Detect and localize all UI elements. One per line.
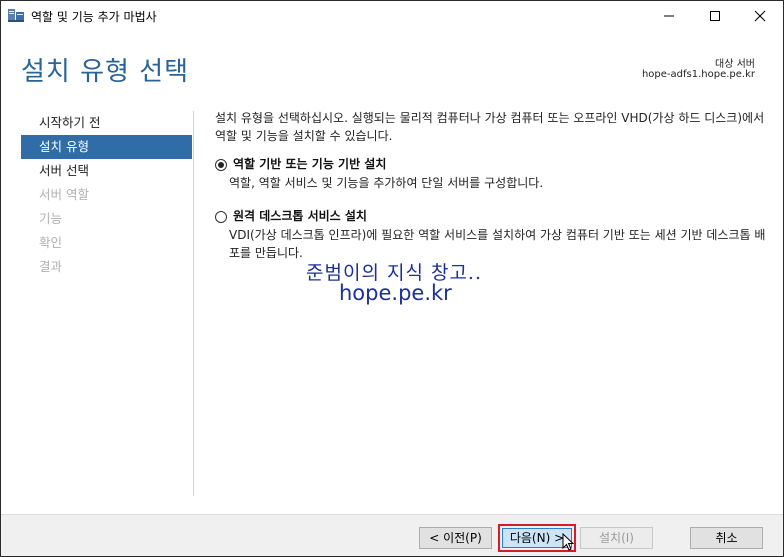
footer-bar: < 이전(P) 다음(N) > 설치(I) 취소	[1, 514, 783, 556]
step-server-selection[interactable]: 서버 선택	[21, 159, 192, 183]
step-confirmation: 확인	[39, 235, 63, 250]
step-results: 결과	[39, 259, 63, 274]
target-server-value: hope-adfs1.hope.pe.kr	[641, 69, 755, 80]
option-role-based-title: 역할 기반 또는 기능 기반 설치	[233, 157, 387, 171]
minimize-button[interactable]	[646, 1, 692, 31]
watermark-line2: hope.pe.kr	[339, 281, 452, 305]
option-remote-desktop-title: 원격 데스크톱 서비스 설치	[233, 209, 367, 223]
maximize-button[interactable]	[692, 1, 738, 31]
step-before-you-begin[interactable]: 시작하기 전	[21, 111, 192, 135]
wizard-window: 역할 및 기능 추가 마법사 설치 유형 선택 대상 서버 hope-adfs1…	[0, 0, 784, 557]
cancel-button[interactable]: 취소	[690, 527, 763, 549]
option-remote-desktop-desc: VDI(가상 데스크톱 인프라)에 필요한 역할 서비스를 설치하여 가상 컴퓨…	[229, 228, 766, 260]
server-manager-icon	[7, 7, 25, 23]
step-server-roles: 서버 역할	[39, 187, 89, 202]
target-server-label: 대상 서버	[715, 59, 755, 70]
radio-role-based[interactable]	[215, 159, 227, 171]
window-title: 역할 및 기능 추가 마법사	[31, 10, 157, 24]
title-bar[interactable]: 역할 및 기능 추가 마법사	[1, 1, 783, 31]
option-remote-desktop[interactable]: 원격 데스크톱 서비스 설치 VDI(가상 데스크톱 인프라)에 필요한 역할 …	[215, 208, 767, 262]
wizard-steps-nav: 시작하기 전 설치 유형 서버 선택 서버 역할 기능 확인 결과	[21, 111, 192, 279]
minimize-icon	[664, 15, 674, 17]
close-button[interactable]	[737, 1, 783, 31]
step-installation-type[interactable]: 설치 유형	[21, 135, 192, 159]
install-button: 설치(I)	[580, 527, 653, 549]
sidebar-divider	[193, 111, 194, 496]
radio-remote-desktop[interactable]	[215, 211, 227, 223]
option-role-based-desc: 역할, 역할 서비스 및 기능을 추가하여 단일 서버를 구성합니다.	[229, 176, 544, 190]
close-icon	[754, 10, 766, 22]
intro-text: 설치 유형을 선택하십시오. 실행되는 물리적 컴퓨터나 가상 컴퓨터 또는 오…	[215, 111, 765, 143]
page-title: 설치 유형 선택	[21, 57, 190, 87]
step-features: 기능	[39, 211, 63, 226]
option-role-based[interactable]: 역할 기반 또는 기능 기반 설치 역할, 역할 서비스 및 기능을 추가하여 …	[215, 156, 767, 192]
content-pane: 설치 유형을 선택하십시오. 실행되는 물리적 컴퓨터나 가상 컴퓨터 또는 오…	[215, 109, 767, 262]
maximize-icon	[710, 11, 720, 21]
mouse-cursor-icon	[562, 533, 575, 551]
previous-button[interactable]: < 이전(P)	[419, 527, 492, 549]
